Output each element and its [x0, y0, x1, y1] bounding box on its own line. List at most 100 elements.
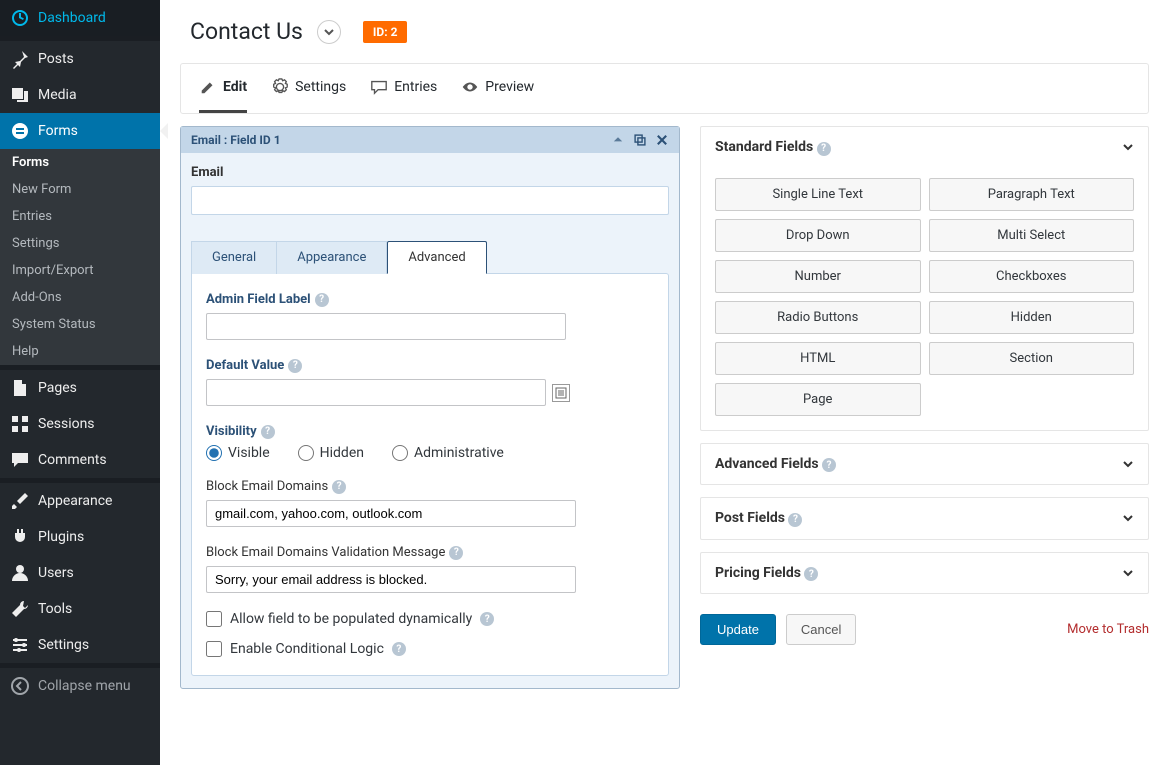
- sidebar-item-appearance[interactable]: Appearance: [0, 483, 160, 519]
- sidebar-collapse[interactable]: Collapse menu: [0, 668, 160, 704]
- cancel-button[interactable]: Cancel: [786, 614, 856, 645]
- advanced-panel: Admin Field Label ? Default Value ?: [191, 273, 669, 676]
- sub-forms[interactable]: Forms: [0, 149, 160, 176]
- help-icon[interactable]: ?: [804, 567, 818, 581]
- tab-entries[interactable]: Entries: [370, 78, 437, 113]
- duplicate-icon[interactable]: [633, 133, 647, 147]
- sidebar-item-media[interactable]: Media: [0, 77, 160, 113]
- help-icon[interactable]: ?: [817, 142, 831, 156]
- collapse-icon: [10, 676, 30, 696]
- sessions-icon: [10, 414, 30, 434]
- help-icon[interactable]: ?: [480, 612, 494, 626]
- sub-settings[interactable]: Settings: [0, 230, 160, 257]
- field-label: Email: [191, 165, 669, 180]
- panel-header-post[interactable]: Post Fields ?: [701, 498, 1148, 539]
- field-btn-section[interactable]: Section: [929, 342, 1135, 375]
- field-btn-dropdown[interactable]: Drop Down: [715, 219, 921, 252]
- field-btn-paragraph[interactable]: Paragraph Text: [929, 178, 1135, 211]
- pages-icon: [10, 378, 30, 398]
- field-btn-html[interactable]: HTML: [715, 342, 921, 375]
- close-icon[interactable]: [655, 133, 669, 147]
- tab-edit[interactable]: Edit: [199, 78, 247, 113]
- sidebar-item-users[interactable]: Users: [0, 555, 160, 591]
- panel-pricing-fields: Pricing Fields ?: [700, 552, 1149, 595]
- merge-tag-icon[interactable]: [552, 384, 570, 402]
- sidebar-item-comments[interactable]: Comments: [0, 442, 160, 478]
- radio-administrative[interactable]: Administrative: [392, 445, 504, 461]
- panel-post-fields: Post Fields ?: [700, 497, 1149, 540]
- tab-label: Preview: [485, 79, 534, 95]
- field-btn-hidden[interactable]: Hidden: [929, 301, 1135, 334]
- sidebar-label: Settings: [38, 637, 89, 653]
- tab-label: Edit: [223, 79, 247, 95]
- field-btn-radio[interactable]: Radio Buttons: [715, 301, 921, 334]
- check-dynamic[interactable]: Allow field to be populated dynamically …: [206, 611, 654, 627]
- admin-sidebar: Dashboard Posts Media Forms Forms New Fo…: [0, 0, 160, 765]
- tab-label: Entries: [394, 79, 437, 95]
- help-icon[interactable]: ?: [392, 642, 406, 656]
- inner-tab-advanced[interactable]: Advanced: [387, 241, 486, 274]
- block-msg-input[interactable]: [206, 566, 576, 593]
- sidebar-item-dashboard[interactable]: Dashboard: [0, 0, 160, 36]
- help-icon[interactable]: ?: [288, 359, 302, 373]
- admin-label-label: Admin Field Label ?: [206, 292, 654, 307]
- panel-header-pricing[interactable]: Pricing Fields ?: [701, 553, 1148, 594]
- sidebar-label: Posts: [38, 51, 74, 67]
- field-card-header[interactable]: Email : Field ID 1: [181, 127, 679, 153]
- help-icon[interactable]: ?: [449, 546, 463, 560]
- sidebar-item-forms[interactable]: Forms: [0, 113, 160, 149]
- check-conditional[interactable]: Enable Conditional Logic ?: [206, 641, 654, 657]
- field-btn-multiselect[interactable]: Multi Select: [929, 219, 1135, 252]
- email-field-preview[interactable]: [191, 186, 669, 215]
- help-icon[interactable]: ?: [788, 513, 802, 527]
- panel-header-standard[interactable]: Standard Fields ?: [701, 127, 1148, 168]
- tab-preview[interactable]: Preview: [461, 78, 534, 113]
- form-actions: Update Cancel Move to Trash: [700, 614, 1149, 645]
- chat-icon: [370, 78, 388, 96]
- admin-label-input[interactable]: [206, 313, 566, 340]
- default-value-input[interactable]: [206, 379, 546, 406]
- trash-link[interactable]: Move to Trash: [1067, 622, 1149, 637]
- update-button[interactable]: Update: [700, 614, 776, 645]
- form-id-badge: ID: 2: [363, 21, 408, 43]
- panel-header-advanced[interactable]: Advanced Fields ?: [701, 444, 1148, 485]
- inner-tab-general[interactable]: General: [191, 241, 277, 274]
- field-btn-checkboxes[interactable]: Checkboxes: [929, 260, 1135, 293]
- sidebar-item-sessions[interactable]: Sessions: [0, 406, 160, 442]
- field-btn-number[interactable]: Number: [715, 260, 921, 293]
- sidebar-item-posts[interactable]: Posts: [0, 41, 160, 77]
- sidebar-label: Users: [38, 565, 74, 581]
- sidebar-label: Media: [38, 87, 77, 103]
- help-icon[interactable]: ?: [332, 480, 346, 494]
- sidebar-label: Plugins: [38, 529, 84, 545]
- help-icon[interactable]: ?: [315, 293, 329, 307]
- field-btn-single-line[interactable]: Single Line Text: [715, 178, 921, 211]
- chevron-down-icon: [323, 26, 335, 38]
- eye-icon: [461, 78, 479, 96]
- tab-settings[interactable]: Settings: [271, 78, 346, 113]
- block-msg-label: Block Email Domains Validation Message ?: [206, 545, 654, 560]
- sliders-icon: [10, 635, 30, 655]
- sub-import-export[interactable]: Import/Export: [0, 257, 160, 284]
- radio-hidden[interactable]: Hidden: [298, 445, 364, 461]
- sub-entries[interactable]: Entries: [0, 203, 160, 230]
- sub-system-status[interactable]: System Status: [0, 311, 160, 338]
- help-icon[interactable]: ?: [261, 425, 275, 439]
- sidebar-item-plugins[interactable]: Plugins: [0, 519, 160, 555]
- inner-tab-appearance[interactable]: Appearance: [277, 241, 387, 274]
- form-switcher[interactable]: [317, 20, 341, 44]
- forms-icon: [10, 121, 30, 141]
- help-icon[interactable]: ?: [822, 458, 836, 472]
- sub-new-form[interactable]: New Form: [0, 176, 160, 203]
- sidebar-label: Tools: [38, 601, 72, 617]
- sidebar-item-tools[interactable]: Tools: [0, 591, 160, 627]
- sidebar-label: Pages: [38, 380, 77, 396]
- sidebar-item-settings[interactable]: Settings: [0, 627, 160, 663]
- collapse-icon[interactable]: [611, 133, 625, 147]
- field-btn-page[interactable]: Page: [715, 383, 921, 416]
- radio-visible[interactable]: Visible: [206, 445, 270, 461]
- sub-addons[interactable]: Add-Ons: [0, 284, 160, 311]
- block-domains-input[interactable]: [206, 500, 576, 527]
- sub-help[interactable]: Help: [0, 338, 160, 365]
- sidebar-item-pages[interactable]: Pages: [0, 370, 160, 406]
